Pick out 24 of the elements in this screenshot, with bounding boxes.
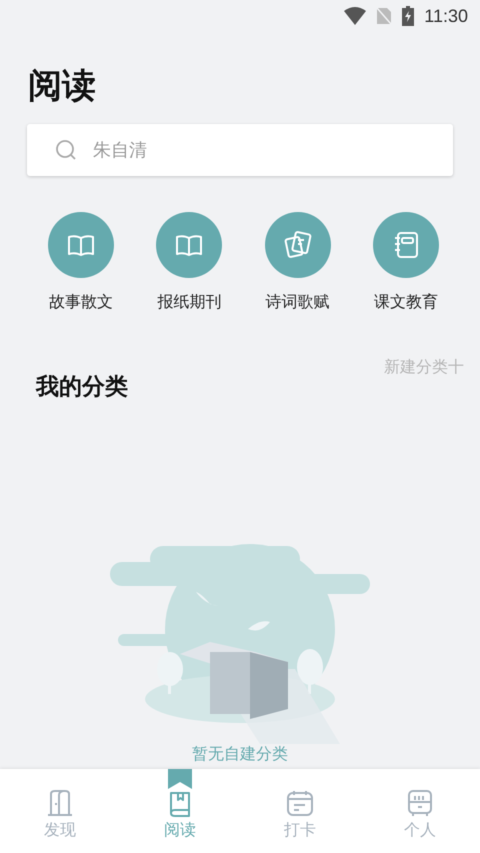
search-field[interactable]: 朱自清: [91, 138, 453, 162]
section-title: 我的分类: [36, 373, 128, 402]
no-sim-icon: [376, 7, 392, 25]
nav-tab[interactable]: 个人: [360, 769, 480, 853]
page-title: 阅读: [28, 65, 97, 108]
search-icon: [55, 139, 77, 161]
empty-message: 暂无自建分类: [192, 744, 288, 765]
status-time: 11:30: [424, 6, 468, 26]
new-category-link[interactable]: 新建分类十: [384, 357, 464, 378]
category-label: 故事散文: [49, 292, 114, 313]
nav-tab[interactable]: 发现: [0, 769, 120, 853]
ribbon-icon: [168, 769, 192, 789]
nav-tab[interactable]: 打卡: [240, 769, 360, 853]
battery-charging-icon: [402, 6, 414, 26]
search-field[interactable]: 朱自清: [27, 124, 453, 176]
category-label: 课文教育: [374, 292, 438, 313]
category-label: 报纸期刊: [157, 292, 222, 313]
calendar-icon: [285, 788, 315, 818]
wifi-icon: [344, 7, 366, 25]
cabinet-icon: [405, 788, 435, 818]
door-icon: [45, 788, 75, 818]
nav-tab[interactable]: 阅读: [120, 769, 240, 853]
category-label: 诗词歌赋: [266, 292, 330, 313]
papers-icon: [282, 230, 313, 260]
